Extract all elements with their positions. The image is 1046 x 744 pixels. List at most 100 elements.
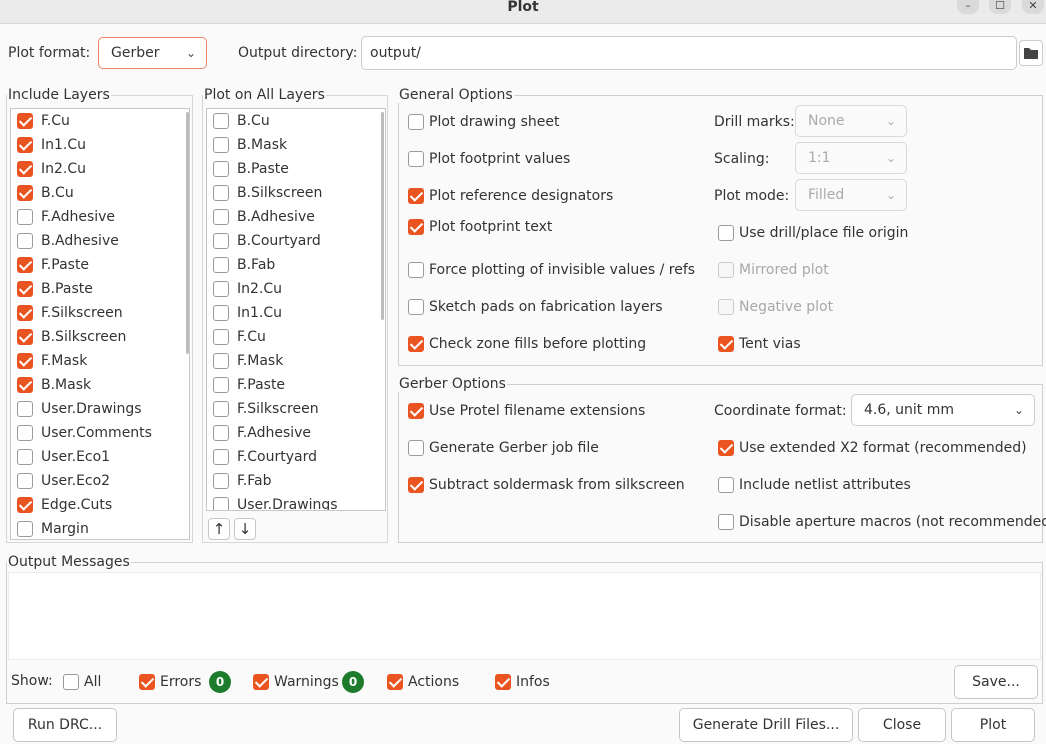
netlist-attrs-checkbox[interactable] — [718, 477, 734, 493]
include-layer-item[interactable]: B.Mask — [11, 373, 189, 397]
tent-vias-option[interactable]: Tent vias — [718, 335, 801, 353]
all-layer-checkbox[interactable] — [213, 281, 229, 297]
move-up-button[interactable]: ↑ — [208, 518, 230, 540]
all-layer-item[interactable]: F.Courtyard — [207, 445, 385, 469]
include-layer-checkbox[interactable] — [17, 521, 33, 537]
include-layer-checkbox[interactable] — [17, 113, 33, 129]
protel-ext-checkbox[interactable] — [408, 403, 424, 419]
gen-job-file-option[interactable]: Generate Gerber job file — [408, 439, 599, 457]
mirrored-plot-checkbox[interactable] — [718, 262, 734, 278]
include-layer-item[interactable]: Edge.Cuts — [11, 493, 189, 517]
plot-all-layers-scrollbar[interactable] — [381, 112, 384, 320]
all-layer-item[interactable]: F.Cu — [207, 325, 385, 349]
show-actions-checkbox[interactable] — [387, 674, 403, 690]
subtract-mask-checkbox[interactable] — [408, 477, 424, 493]
all-layer-checkbox[interactable] — [213, 401, 229, 417]
disable-aperture-macros-checkbox[interactable] — [718, 514, 734, 530]
plot-reference-designators-option[interactable]: Plot reference designators — [408, 187, 613, 205]
include-layer-checkbox[interactable] — [17, 377, 33, 393]
all-layer-checkbox[interactable] — [213, 209, 229, 225]
include-layer-item[interactable]: User.Eco1 — [11, 445, 189, 469]
all-layer-item[interactable]: B.Cu — [207, 109, 385, 133]
include-layer-checkbox[interactable] — [17, 185, 33, 201]
all-layer-item[interactable]: B.Fab — [207, 253, 385, 277]
include-layer-item[interactable]: User.Drawings — [11, 397, 189, 421]
plot-drawing-sheet-checkbox[interactable] — [408, 114, 424, 130]
all-layer-item[interactable]: F.Mask — [207, 349, 385, 373]
include-layer-checkbox[interactable] — [17, 209, 33, 225]
include-layer-item[interactable]: User.Comments — [11, 421, 189, 445]
x2-format-checkbox[interactable] — [718, 440, 734, 456]
all-layer-item[interactable]: B.Mask — [207, 133, 385, 157]
mirrored-plot-option[interactable]: Mirrored plot — [718, 261, 829, 279]
all-layer-item[interactable]: F.Adhesive — [207, 421, 385, 445]
all-layer-checkbox[interactable] — [213, 497, 229, 510]
show-actions-option[interactable]: Actions — [387, 673, 459, 691]
include-layer-item[interactable]: B.Paste — [11, 277, 189, 301]
all-layer-checkbox[interactable] — [213, 257, 229, 273]
include-layer-checkbox[interactable] — [17, 353, 33, 369]
include-layer-item[interactable]: F.Paste — [11, 253, 189, 277]
maximize-icon[interactable]: ☐ — [989, 0, 1011, 14]
show-errors-checkbox[interactable] — [139, 674, 155, 690]
show-infos-option[interactable]: Infos — [495, 673, 550, 691]
all-layer-item[interactable]: B.Adhesive — [207, 205, 385, 229]
all-layer-checkbox[interactable] — [213, 113, 229, 129]
include-layer-checkbox[interactable] — [17, 401, 33, 417]
sketch-pads-option[interactable]: Sketch pads on fabrication layers — [408, 298, 663, 316]
run-drc-button[interactable]: Run DRC... — [13, 708, 117, 742]
gen-job-file-checkbox[interactable] — [408, 440, 424, 456]
all-layer-item[interactable]: B.Courtyard — [207, 229, 385, 253]
show-all-option[interactable]: All — [63, 673, 101, 691]
all-layer-checkbox[interactable] — [213, 329, 229, 345]
include-layers-list[interactable]: F.Cu In1.Cu In2.Cu B.Cu F.Adhesive B.Adhesive… — [10, 108, 190, 540]
all-layer-checkbox[interactable] — [213, 449, 229, 465]
folder-browse-button[interactable] — [1019, 40, 1043, 66]
negative-plot-checkbox[interactable] — [718, 299, 734, 315]
output-messages-area[interactable] — [8, 572, 1041, 660]
include-layer-item[interactable]: B.Silkscreen — [11, 325, 189, 349]
all-layer-checkbox[interactable] — [213, 473, 229, 489]
x2-format-option[interactable]: Use extended X2 format (recommended) — [718, 439, 1027, 457]
close-icon[interactable]: ✕ — [1022, 0, 1044, 14]
include-layer-item[interactable]: F.Cu — [11, 109, 189, 133]
all-layer-item[interactable]: B.Paste — [207, 157, 385, 181]
include-layer-checkbox[interactable] — [17, 449, 33, 465]
all-layer-item[interactable]: In1.Cu — [207, 301, 385, 325]
netlist-attrs-option[interactable]: Include netlist attributes — [718, 476, 911, 494]
use-drill-origin-checkbox[interactable] — [718, 225, 734, 241]
include-layer-checkbox[interactable] — [17, 233, 33, 249]
all-layer-item[interactable]: In2.Cu — [207, 277, 385, 301]
include-layer-checkbox[interactable] — [17, 425, 33, 441]
disable-aperture-macros-option[interactable]: Disable aperture macros (not recommended… — [718, 513, 1046, 531]
check-zone-fills-checkbox[interactable] — [408, 336, 424, 352]
show-errors-option[interactable]: Errors — [139, 673, 201, 691]
include-layer-checkbox[interactable] — [17, 137, 33, 153]
save-messages-button[interactable]: Save... — [954, 665, 1038, 699]
coord-format-select[interactable]: 4.6, unit mm ⌄ — [851, 394, 1035, 426]
plot-reference-designators-checkbox[interactable] — [408, 188, 424, 204]
all-layer-checkbox[interactable] — [213, 305, 229, 321]
all-layer-checkbox[interactable] — [213, 353, 229, 369]
all-layer-item[interactable]: F.Silkscreen — [207, 397, 385, 421]
force-invisible-option[interactable]: Force plotting of invisible values / ref… — [408, 261, 695, 279]
all-layer-checkbox[interactable] — [213, 137, 229, 153]
all-layer-item[interactable]: User.Drawings — [207, 493, 385, 510]
sketch-pads-checkbox[interactable] — [408, 299, 424, 315]
close-button[interactable]: Close — [858, 708, 946, 742]
all-layer-item[interactable]: F.Fab — [207, 469, 385, 493]
include-layer-item[interactable]: F.Silkscreen — [11, 301, 189, 325]
force-invisible-checkbox[interactable] — [408, 262, 424, 278]
plot-footprint-text-option[interactable]: Plot footprint text — [408, 218, 552, 236]
include-layer-checkbox[interactable] — [17, 497, 33, 513]
include-layer-item[interactable]: In1.Cu — [11, 133, 189, 157]
all-layer-checkbox[interactable] — [213, 233, 229, 249]
include-layer-checkbox[interactable] — [17, 257, 33, 273]
plot-format-select[interactable]: Gerber ⌄ — [98, 37, 207, 69]
all-layer-checkbox[interactable] — [213, 425, 229, 441]
include-layer-checkbox[interactable] — [17, 473, 33, 489]
include-layer-checkbox[interactable] — [17, 281, 33, 297]
check-zone-fills-option[interactable]: Check zone fills before plotting — [408, 335, 646, 353]
show-warnings-checkbox[interactable] — [253, 674, 269, 690]
all-layer-checkbox[interactable] — [213, 377, 229, 393]
